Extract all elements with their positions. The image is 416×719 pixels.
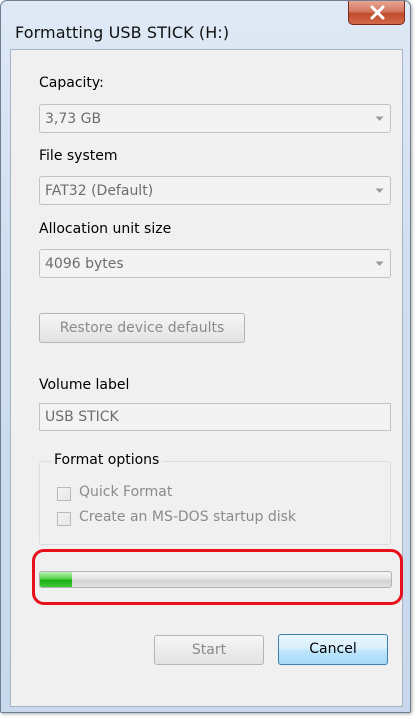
capacity-select[interactable]: 3,73 GB bbox=[39, 104, 391, 133]
volume-label-caption: Volume label bbox=[39, 377, 130, 393]
allocation-label: Allocation unit size bbox=[39, 221, 172, 237]
format-options-legend: Format options bbox=[51, 452, 163, 468]
restore-defaults-button[interactable]: Restore device defaults bbox=[39, 313, 245, 343]
format-options-group bbox=[39, 461, 391, 545]
volume-label-value: USB STICK bbox=[45, 409, 119, 425]
quick-format-label[interactable]: Quick Format bbox=[79, 484, 172, 500]
file-system-label: File system bbox=[39, 148, 118, 164]
capacity-value: 3,73 GB bbox=[45, 111, 102, 127]
msdos-startup-checkbox[interactable] bbox=[57, 512, 71, 526]
format-dialog: Formatting USB STICK (H:) Capacity: 3,73… bbox=[0, 0, 411, 713]
file-system-value: FAT32 (Default) bbox=[45, 183, 154, 199]
progress-highlight-annotation bbox=[32, 549, 403, 605]
chevron-down-icon bbox=[375, 261, 384, 266]
quick-format-checkbox[interactable] bbox=[57, 487, 71, 501]
chevron-down-icon bbox=[375, 116, 384, 121]
volume-label-input[interactable]: USB STICK bbox=[39, 403, 391, 431]
close-icon bbox=[370, 5, 385, 20]
cancel-button[interactable]: Cancel bbox=[278, 634, 388, 665]
chevron-down-icon bbox=[375, 188, 384, 193]
desktop: Formatting USB STICK (H:) Capacity: 3,73… bbox=[0, 0, 416, 719]
title-bar[interactable]: Formatting USB STICK (H:) bbox=[1, 1, 410, 55]
msdos-startup-label[interactable]: Create an MS-DOS startup disk bbox=[79, 509, 296, 525]
allocation-select[interactable]: 4096 bytes bbox=[39, 249, 391, 278]
allocation-value: 4096 bytes bbox=[45, 256, 124, 272]
dialog-body: Capacity: 3,73 GB File system FAT32 (Def… bbox=[10, 49, 403, 707]
close-button[interactable] bbox=[348, 1, 405, 25]
start-button[interactable]: Start bbox=[154, 635, 264, 665]
file-system-select[interactable]: FAT32 (Default) bbox=[39, 176, 391, 205]
capacity-label: Capacity: bbox=[39, 75, 104, 91]
window-title: Formatting USB STICK (H:) bbox=[15, 23, 230, 42]
